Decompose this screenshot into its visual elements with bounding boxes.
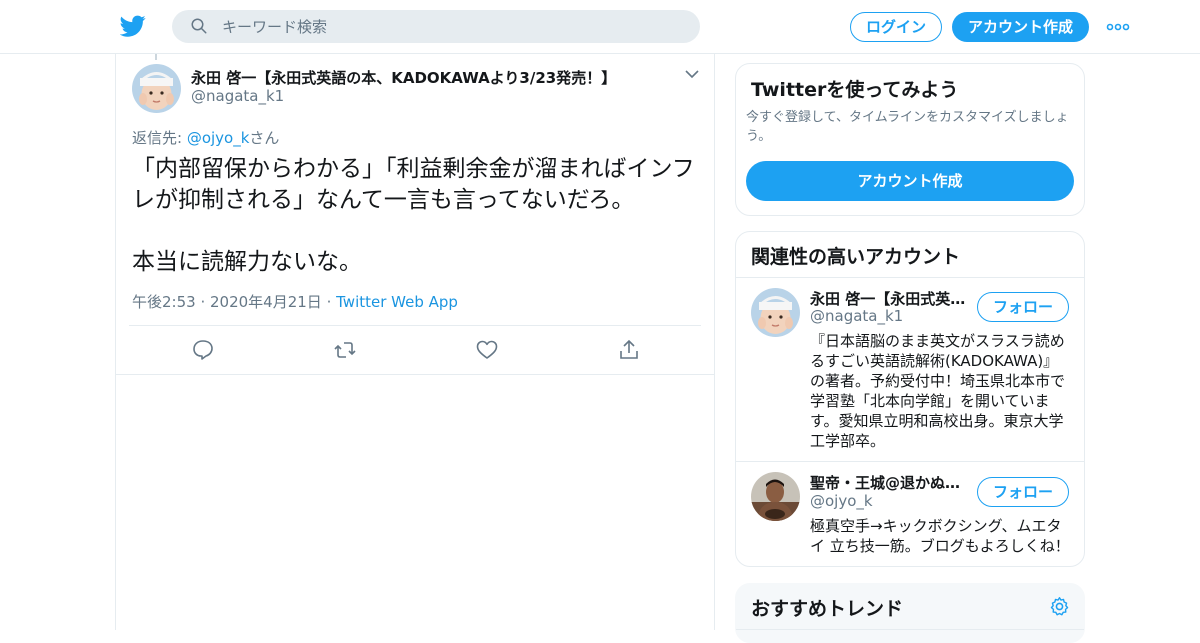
retweet-icon[interactable]	[333, 338, 357, 362]
divider	[129, 325, 701, 326]
related-account-bio: 極真空手→キックボクシング、ムエタイ 立ち技一筋。ブログもよろしくね！	[810, 517, 1070, 555]
related-account-handle[interactable]: @nagata_k1	[810, 307, 903, 325]
reply-to-line: 返信先: @ojyo_kさん	[132, 127, 279, 148]
child-avatar-icon	[132, 64, 181, 113]
search-box[interactable]	[172, 10, 700, 43]
tweet-column: 永田 啓一【永田式英語の本、KADOKAWAより3/23発売！】 @nagata…	[115, 54, 715, 630]
reply-icon[interactable]	[191, 338, 215, 362]
divider	[736, 277, 1084, 278]
related-account-name[interactable]: 聖帝・王城@退かぬ！媚びぬ！省みぬ！	[810, 472, 968, 493]
more-options-icon[interactable]	[1106, 19, 1130, 35]
search-icon	[191, 18, 207, 34]
tweet-source-link[interactable]: Twitter Web App	[336, 293, 458, 311]
top-bar: ログイン アカウント作成	[0, 0, 1200, 54]
divider	[736, 461, 1084, 462]
login-button[interactable]: ログイン	[850, 12, 942, 42]
signup-button[interactable]: アカウント作成	[952, 12, 1089, 42]
signup-card-description: 今すぐ登録して、タイムラインをカスタマイズしましょう。	[746, 110, 1069, 144]
related-accounts-card: 関連性の高いアカウント 永田 啓一【永田式英語の本、KADOKAWAより3/23…	[735, 231, 1085, 567]
related-account-handle[interactable]: @ojyo_k	[810, 492, 873, 510]
avatar[interactable]	[751, 472, 800, 521]
signup-card-title: Twitterを使ってみよう	[751, 79, 959, 101]
search-input[interactable]	[222, 10, 682, 43]
tweet-time[interactable]: 午後2:53	[132, 293, 196, 311]
tweet-author-handle[interactable]: @nagata_k1	[191, 87, 284, 105]
tweet-author-name[interactable]: 永田 啓一【永田式英語の本、KADOKAWAより3/23発売！】	[191, 67, 616, 88]
reply-to-link[interactable]: @ojyo_k	[187, 129, 250, 147]
thread-connector	[155, 54, 157, 60]
heart-icon[interactable]	[475, 338, 499, 362]
avatar[interactable]	[132, 64, 181, 113]
meta-separator: ·	[195, 293, 210, 311]
related-account-bio: 『日本語脳のまま英文がスラスラ読めるすごい英語読解術(KADOKAWA)』の著者…	[810, 332, 1066, 450]
related-accounts-title: 関連性の高いアカウント	[751, 246, 961, 268]
reply-prefix: 返信先:	[132, 129, 187, 147]
fighter-avatar-icon	[751, 472, 800, 521]
tweet-date[interactable]: 2020年4月21日	[210, 293, 322, 311]
share-icon[interactable]	[617, 338, 641, 362]
divider	[116, 374, 714, 375]
meta-separator: ·	[321, 293, 337, 311]
gear-icon[interactable]	[1049, 596, 1070, 617]
tweet-text: 「内部留保からわかる」「利益剰余金が溜まればインフレが抑制される」なんて一言も言…	[132, 156, 695, 275]
reply-suffix: さん	[249, 129, 280, 147]
twitter-logo-icon[interactable]	[120, 13, 146, 39]
signup-card: Twitterを使ってみよう 今すぐ登録して、タイムラインをカスタマイズしましょ…	[735, 63, 1085, 216]
follow-button[interactable]: フォロー	[977, 292, 1069, 322]
child-avatar-icon	[751, 288, 800, 337]
trends-card: おすすめトレンド	[735, 583, 1085, 643]
chevron-down-icon[interactable]	[684, 68, 700, 80]
related-account-name[interactable]: 永田 啓一【永田式英語の本、KADOKAWAより3/23発売！】	[810, 288, 968, 309]
avatar[interactable]	[751, 288, 800, 337]
tweet-meta: 午後2:53 · 2020年4月21日 · Twitter Web App	[132, 291, 458, 312]
trends-title: おすすめトレンド	[751, 598, 904, 620]
follow-button[interactable]: フォロー	[977, 477, 1069, 507]
create-account-button[interactable]: アカウント作成	[746, 161, 1074, 201]
